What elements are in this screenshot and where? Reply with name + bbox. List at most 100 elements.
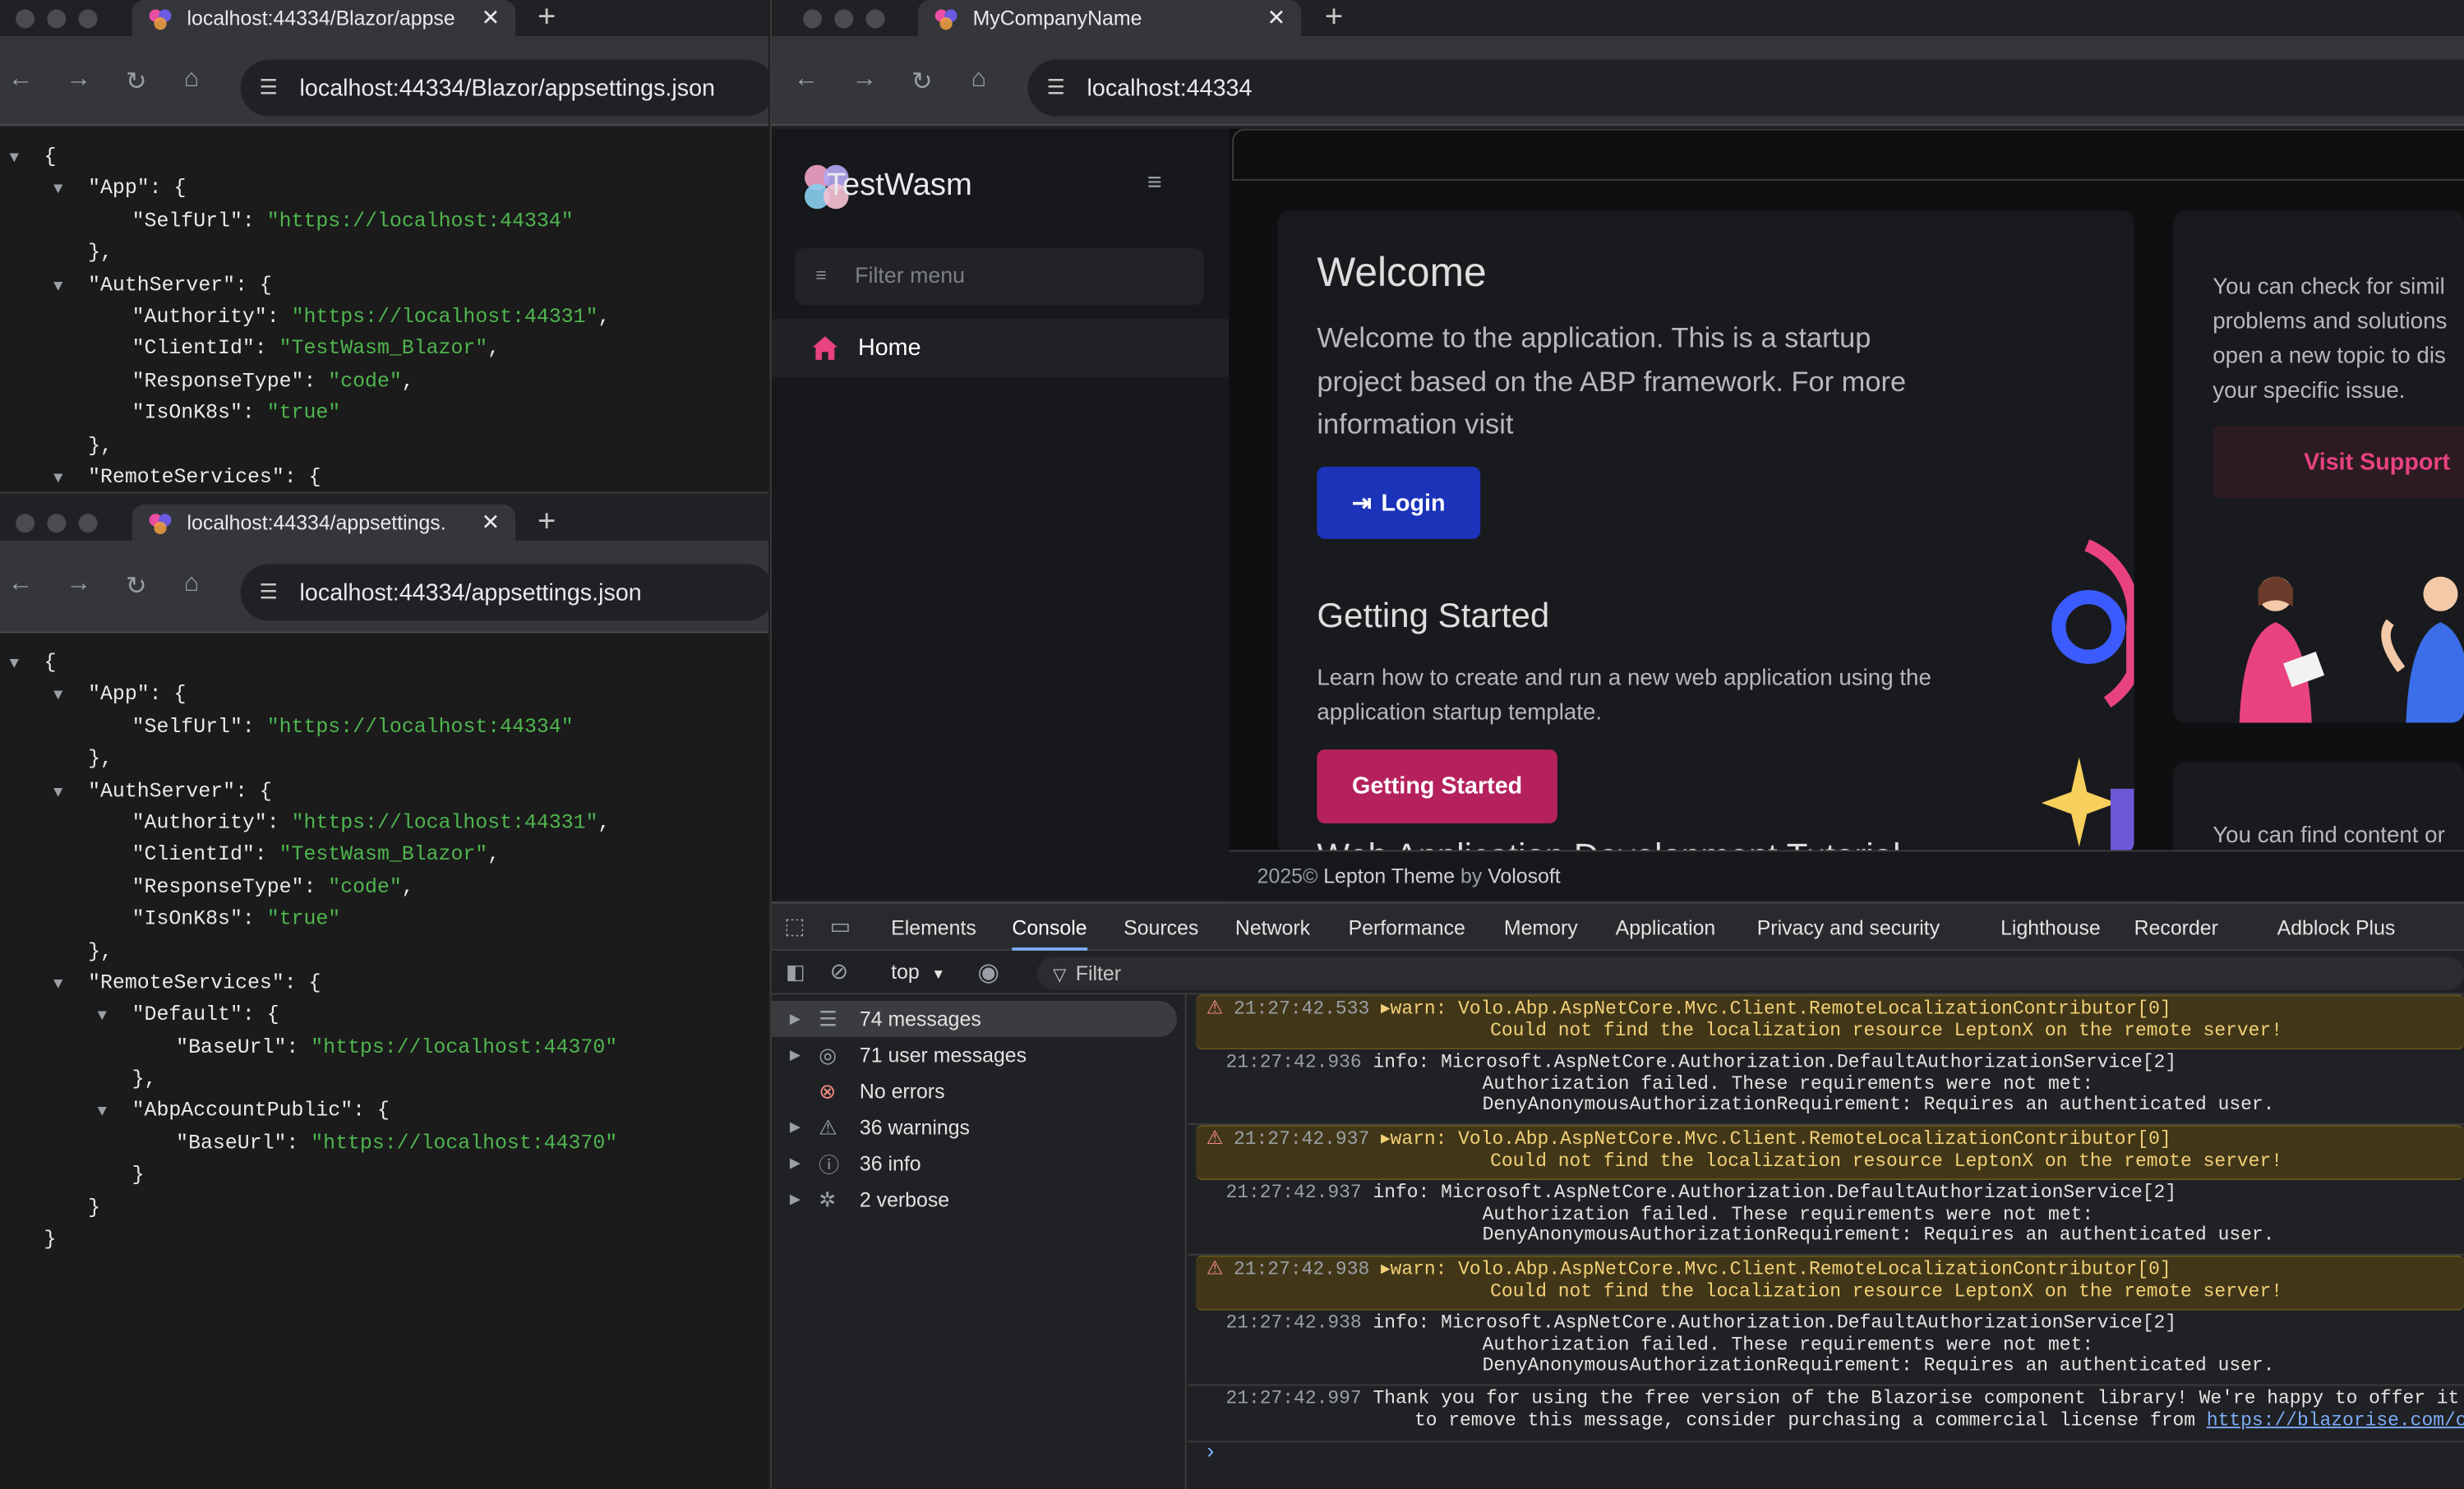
browser-tab[interactable]: MyCompanyName ✕ xyxy=(917,0,1302,36)
collapse-triangle-icon[interactable]: ▼ xyxy=(53,273,88,305)
json-line: ▼ "AbpAccountPublic": { xyxy=(0,1096,768,1128)
browser-tab[interactable]: localhost:44334/appsettings. ✕ xyxy=(132,504,516,541)
collapse-triangle-icon[interactable]: ▼ xyxy=(53,683,88,715)
console-entry[interactable]: ⚠ 21:27:42.937 ▸warn: Volo.Abp.AspNetCore… xyxy=(1196,1125,2464,1180)
json-punct: : { xyxy=(235,272,272,297)
console-filter-item[interactable]: ▶ ◎ 71 user messages xyxy=(772,1037,1177,1073)
back-icon[interactable]: ← xyxy=(8,570,34,598)
login-button[interactable]: ⇥ Login xyxy=(1317,466,1481,539)
app-content: Welcome Welcome to the application. This… xyxy=(1229,128,2464,920)
site-info-icon[interactable]: ☰ xyxy=(259,580,277,606)
sidebar-toggle-icon[interactable]: ◧ xyxy=(786,960,805,985)
console-filter-item[interactable]: ▶ ⓘ 36 info xyxy=(772,1146,1177,1182)
console-entry[interactable]: 21:27:42.938 info: Microsoft.AspNetCore.… xyxy=(1188,1311,2464,1386)
getting-started-button[interactable]: Getting Started xyxy=(1317,749,1557,823)
bug-icon: ✲ xyxy=(819,1187,837,1211)
close-tab-icon[interactable]: ✕ xyxy=(1267,5,1285,32)
new-tab-icon[interactable]: + xyxy=(538,0,556,36)
browser-tab[interactable]: localhost:44334/Blazor/appse ✕ xyxy=(132,0,516,36)
collapse-triangle-icon[interactable]: ▼ xyxy=(53,465,88,492)
tab-performance[interactable]: Performance xyxy=(1349,916,1465,940)
clear-console-icon[interactable]: ⊘ xyxy=(830,958,848,985)
back-icon[interactable]: ← xyxy=(8,66,34,94)
collapse-triangle-icon[interactable]: ▼ xyxy=(98,1099,132,1131)
forward-icon[interactable]: → xyxy=(851,66,877,94)
close-tab-icon[interactable]: ✕ xyxy=(482,5,500,32)
json-colon: : xyxy=(242,400,267,425)
license-link[interactable]: https://blazorise.com/commercia xyxy=(2207,1408,2464,1431)
context-selector[interactable]: top ▼ xyxy=(891,960,945,984)
tab-recorder[interactable]: Recorder xyxy=(2134,916,2218,940)
visit-support-button[interactable]: Visit Support xyxy=(2213,426,2464,499)
reload-icon[interactable]: ↻ xyxy=(911,66,933,97)
collapse-triangle-icon[interactable]: ▼ xyxy=(53,779,88,811)
new-tab-icon[interactable]: + xyxy=(538,505,556,541)
support-card: You can check for simil problems and sol… xyxy=(2173,210,2464,723)
log-line-2: Authorization failed. These requirements… xyxy=(1414,1202,2094,1225)
console-filter-input[interactable]: ▽ Filter xyxy=(1036,957,2464,990)
address-bar[interactable]: ☰ localhost:44334 xyxy=(1027,59,2464,117)
menu-toggle-icon[interactable]: ≡ xyxy=(1147,170,1162,198)
tab-adblock-plus[interactable]: Adblock Plus xyxy=(2277,916,2396,940)
collapse-triangle-icon[interactable]: ▼ xyxy=(98,1003,132,1035)
back-icon[interactable]: ← xyxy=(794,66,819,94)
home-icon[interactable]: ⌂ xyxy=(971,66,986,94)
window-controls[interactable] xyxy=(803,9,885,29)
site-info-icon[interactable]: ☰ xyxy=(1046,76,1064,101)
collapse-triangle-icon[interactable]: ▼ xyxy=(9,651,44,683)
tab-network[interactable]: Network xyxy=(1235,916,1310,940)
home-icon[interactable]: ⌂ xyxy=(184,570,199,598)
tab-console[interactable]: Console xyxy=(1012,916,1087,951)
tab-privacy-and-security[interactable]: Privacy and security xyxy=(1757,916,1940,940)
address-bar[interactable]: ☰ localhost:44334/Blazor/appsettings.jso… xyxy=(240,59,769,117)
inspect-element-icon[interactable]: ⬚ xyxy=(784,913,805,940)
console-entry[interactable]: ⚠ 21:27:42.938 ▸warn: Volo.Abp.AspNetCore… xyxy=(1196,1255,2464,1311)
console-prompt-icon[interactable]: › xyxy=(1204,1443,1217,1465)
reload-icon[interactable]: ↻ xyxy=(126,570,147,602)
footer-theme-link[interactable]: Lepton Theme xyxy=(1323,864,1455,888)
console-filter-item[interactable]: ▶ ✲ 2 verbose xyxy=(772,1182,1177,1218)
forward-icon[interactable]: → xyxy=(66,570,91,598)
welcome-text: Welcome to the application. This is a st… xyxy=(1317,321,1907,440)
tab-application[interactable]: Application xyxy=(1616,916,1716,940)
close-tab-icon[interactable]: ✕ xyxy=(482,509,500,537)
device-toolbar-icon[interactable]: ▭ xyxy=(830,913,851,940)
menu-item-home[interactable]: Home xyxy=(771,319,1230,377)
json-punct: , xyxy=(401,874,414,899)
tab-memory[interactable]: Memory xyxy=(1504,916,1578,940)
console-entry[interactable]: ⚠ 21:27:42.533 ▸warn: Volo.Abp.AspNetCore… xyxy=(1196,994,2464,1050)
json-key: "AbpAccountPublic" xyxy=(132,1099,353,1123)
log-line-1: info: Microsoft.AspNetCore.Authorization… xyxy=(1373,1312,2177,1335)
collapse-triangle-icon[interactable]: ▼ xyxy=(53,970,88,1003)
window-controls[interactable] xyxy=(16,514,98,533)
home-icon[interactable]: ⌂ xyxy=(184,66,199,94)
json-key: "BaseUrl" xyxy=(176,1131,287,1155)
json-punct: : { xyxy=(235,778,272,803)
console-entry[interactable]: 21:27:42.997 Thank you for using the fre… xyxy=(1188,1385,2464,1443)
console-filter-item[interactable]: ⊗ No errors xyxy=(772,1073,1177,1109)
console-entry[interactable]: 21:27:42.936 info: Microsoft.AspNetCore.… xyxy=(1188,1049,2464,1126)
tab-elements[interactable]: Elements xyxy=(891,916,976,940)
footer-vendor-link[interactable]: Volosoft xyxy=(1488,864,1560,888)
console-filter-item[interactable]: ▶ ☰ 74 messages xyxy=(771,1001,1178,1037)
console-filter-item[interactable]: ▶ ⚠ 36 warnings xyxy=(772,1109,1177,1146)
collapse-triangle-icon[interactable]: ▼ xyxy=(9,145,44,177)
json-line: "IsOnK8s": "true" xyxy=(0,904,768,936)
forward-icon[interactable]: → xyxy=(66,66,91,94)
tab-lighthouse[interactable]: Lighthouse xyxy=(2000,916,2101,940)
window-controls[interactable] xyxy=(16,9,98,29)
json-key: "ClientId" xyxy=(132,842,255,867)
new-tab-icon[interactable]: + xyxy=(1325,0,1343,36)
filter-menu-input[interactable]: ≡ Filter menu xyxy=(795,248,1204,305)
address-bar[interactable]: ☰ localhost:44334/appsettings.json xyxy=(240,564,769,621)
tab-sources[interactable]: Sources xyxy=(1124,916,1198,940)
json-line: ▼ "RemoteServices": { xyxy=(0,968,768,1000)
collapse-triangle-icon[interactable]: ▼ xyxy=(53,177,88,209)
reload-icon[interactable]: ↻ xyxy=(126,66,147,97)
live-expression-eye-icon[interactable]: ◉ xyxy=(977,957,999,988)
app-footer: 2025© Lepton Theme by Volosoft xyxy=(1229,850,2464,901)
site-info-icon[interactable]: ☰ xyxy=(259,76,277,101)
console-entry[interactable]: 21:27:42.937 info: Microsoft.AspNetCore.… xyxy=(1188,1180,2464,1256)
